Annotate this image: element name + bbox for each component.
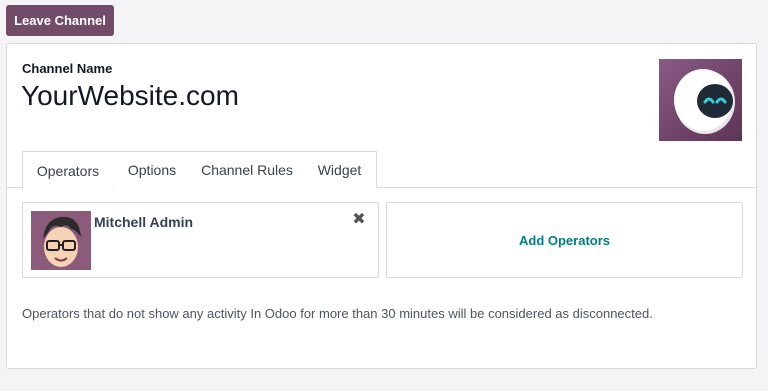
tab-widget[interactable]: Widget — [303, 151, 377, 188]
add-operators-link[interactable]: Add Operators — [519, 233, 610, 248]
channel-name-label: Channel Name — [22, 61, 113, 76]
operator-card[interactable]: Mitchell Admin ✖ — [22, 202, 379, 278]
tab-channel-rules[interactable]: Channel Rules — [191, 151, 304, 188]
form-sheet: Channel Name YourWebsite.com Operators O… — [6, 43, 757, 369]
channel-name-field[interactable]: YourWebsite.com — [21, 80, 239, 112]
operator-name: Mitchell Admin — [94, 214, 194, 230]
tab-operators[interactable]: Operators — [22, 151, 114, 189]
robot-icon — [674, 69, 735, 134]
disconnect-hint: Operators that do not show any activity … — [22, 306, 653, 321]
notebook-tabs: Operators Options Channel Rules Widget — [7, 151, 756, 189]
avatar — [31, 211, 91, 270]
leave-channel-button[interactable]: Leave Channel — [6, 5, 114, 36]
channel-image[interactable] — [659, 59, 742, 141]
close-icon[interactable]: ✖ — [351, 212, 367, 228]
tab-options[interactable]: Options — [113, 151, 192, 188]
add-operators-card[interactable]: Add Operators — [386, 202, 743, 278]
